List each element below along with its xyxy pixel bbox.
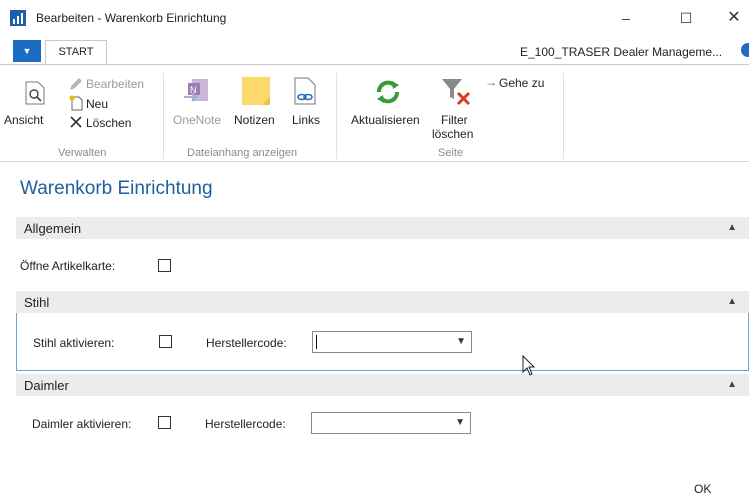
section-header-stihl[interactable]: Stihl ▲ [16, 291, 749, 313]
notizen-button[interactable]: Notizen [234, 113, 275, 127]
stihl-herstellercode-label: Herstellercode: [206, 336, 287, 350]
section-stihl: Stihl ▲ Stihl aktivieren: Herstellercode… [16, 291, 749, 371]
maximize-button[interactable]: ☐ [674, 6, 698, 30]
chevron-down-icon[interactable]: ▼ [456, 336, 466, 347]
tab-start[interactable]: START [45, 40, 107, 64]
ribbon-separator [336, 73, 337, 159]
chevron-up-icon[interactable]: ▲ [727, 379, 737, 390]
section-allgemein: Allgemein ▲ Öffne Artikelkarte: [16, 217, 749, 291]
delete-icon [70, 116, 82, 128]
onenote-button[interactable]: OneNote [173, 113, 221, 127]
ok-button[interactable]: OK [694, 482, 711, 496]
view-icon [25, 81, 45, 105]
chevron-up-icon[interactable]: ▲ [727, 296, 737, 307]
stihl-aktivieren-checkbox[interactable] [159, 335, 172, 348]
group-label-seite: Seite [438, 147, 464, 159]
onenote-icon: N [184, 79, 208, 102]
text-cursor [316, 335, 317, 349]
ribbon: Ansicht Bearbeiten Neu Löschen Verwalten… [0, 64, 749, 162]
minimize-button[interactable]: – [614, 6, 638, 30]
links-button[interactable]: Links [292, 113, 320, 127]
group-label-verwalten: Verwalten [58, 147, 107, 159]
daimler-herstellercode-dropdown[interactable]: ▼ [311, 412, 471, 434]
close-button[interactable]: ✕ [722, 6, 746, 30]
page-title: Warenkorb Einrichtung [20, 178, 213, 199]
filter-loeschen-label-line2: löschen [432, 127, 474, 141]
aktualisieren-button[interactable]: Aktualisieren [351, 113, 420, 127]
neu-button[interactable]: Neu [86, 97, 108, 111]
section-title: Allgemein [24, 221, 82, 236]
ribbon-separator [163, 73, 164, 159]
loeschen-button[interactable]: Löschen [86, 116, 131, 130]
filter-loeschen-button[interactable]: Filter [441, 113, 468, 127]
gehe-zu-button[interactable]: Gehe zu [499, 76, 544, 90]
window-titlebar: Bearbeiten - Warenkorb Einrichtung – ☐ ✕ [0, 0, 749, 36]
chevron-down-icon[interactable]: ▼ [455, 417, 465, 428]
edit-icon [70, 78, 82, 90]
daimler-herstellercode-label: Herstellercode: [205, 417, 286, 431]
file-menu-button[interactable]: ▼ [13, 40, 41, 62]
mouse-pointer-icon [522, 355, 536, 376]
oeffne-artikelkarte-checkbox[interactable] [158, 259, 171, 272]
arrow-right-icon: → [485, 75, 497, 89]
new-icon [69, 95, 83, 111]
section-daimler: Daimler ▲ Daimler aktivieren: Hersteller… [16, 374, 749, 444]
ribbon-separator [563, 73, 564, 159]
ribbon-tabs: ▼ START E_100_TRASER Dealer Manageme... [0, 38, 749, 64]
help-icon[interactable] [741, 43, 749, 57]
bearbeiten-button[interactable]: Bearbeiten [86, 77, 144, 91]
daimler-aktivieren-label: Daimler aktivieren: [32, 417, 132, 431]
stihl-herstellercode-dropdown[interactable]: ▼ [312, 331, 472, 353]
daimler-aktivieren-checkbox[interactable] [158, 416, 171, 429]
ansicht-button[interactable]: Ansicht [4, 113, 43, 127]
chevron-up-icon[interactable]: ▲ [727, 222, 737, 233]
group-label-dateianhang: Dateianhang anzeigen [187, 147, 298, 159]
section-header-daimler[interactable]: Daimler ▲ [16, 374, 749, 396]
company-name: E_100_TRASER Dealer Manageme... [520, 45, 723, 59]
clear-filter-icon [442, 79, 471, 106]
section-title: Daimler [24, 378, 69, 393]
stihl-aktivieren-label: Stihl aktivieren: [33, 336, 115, 350]
app-icon [10, 10, 26, 26]
section-title: Stihl [24, 295, 50, 310]
refresh-icon [377, 80, 399, 104]
section-header-allgemein[interactable]: Allgemein ▲ [16, 217, 749, 239]
window-title: Bearbeiten - Warenkorb Einrichtung [36, 11, 227, 25]
notes-icon [242, 77, 270, 105]
oeffne-artikelkarte-label: Öffne Artikelkarte: [20, 259, 116, 273]
links-icon [294, 77, 316, 105]
